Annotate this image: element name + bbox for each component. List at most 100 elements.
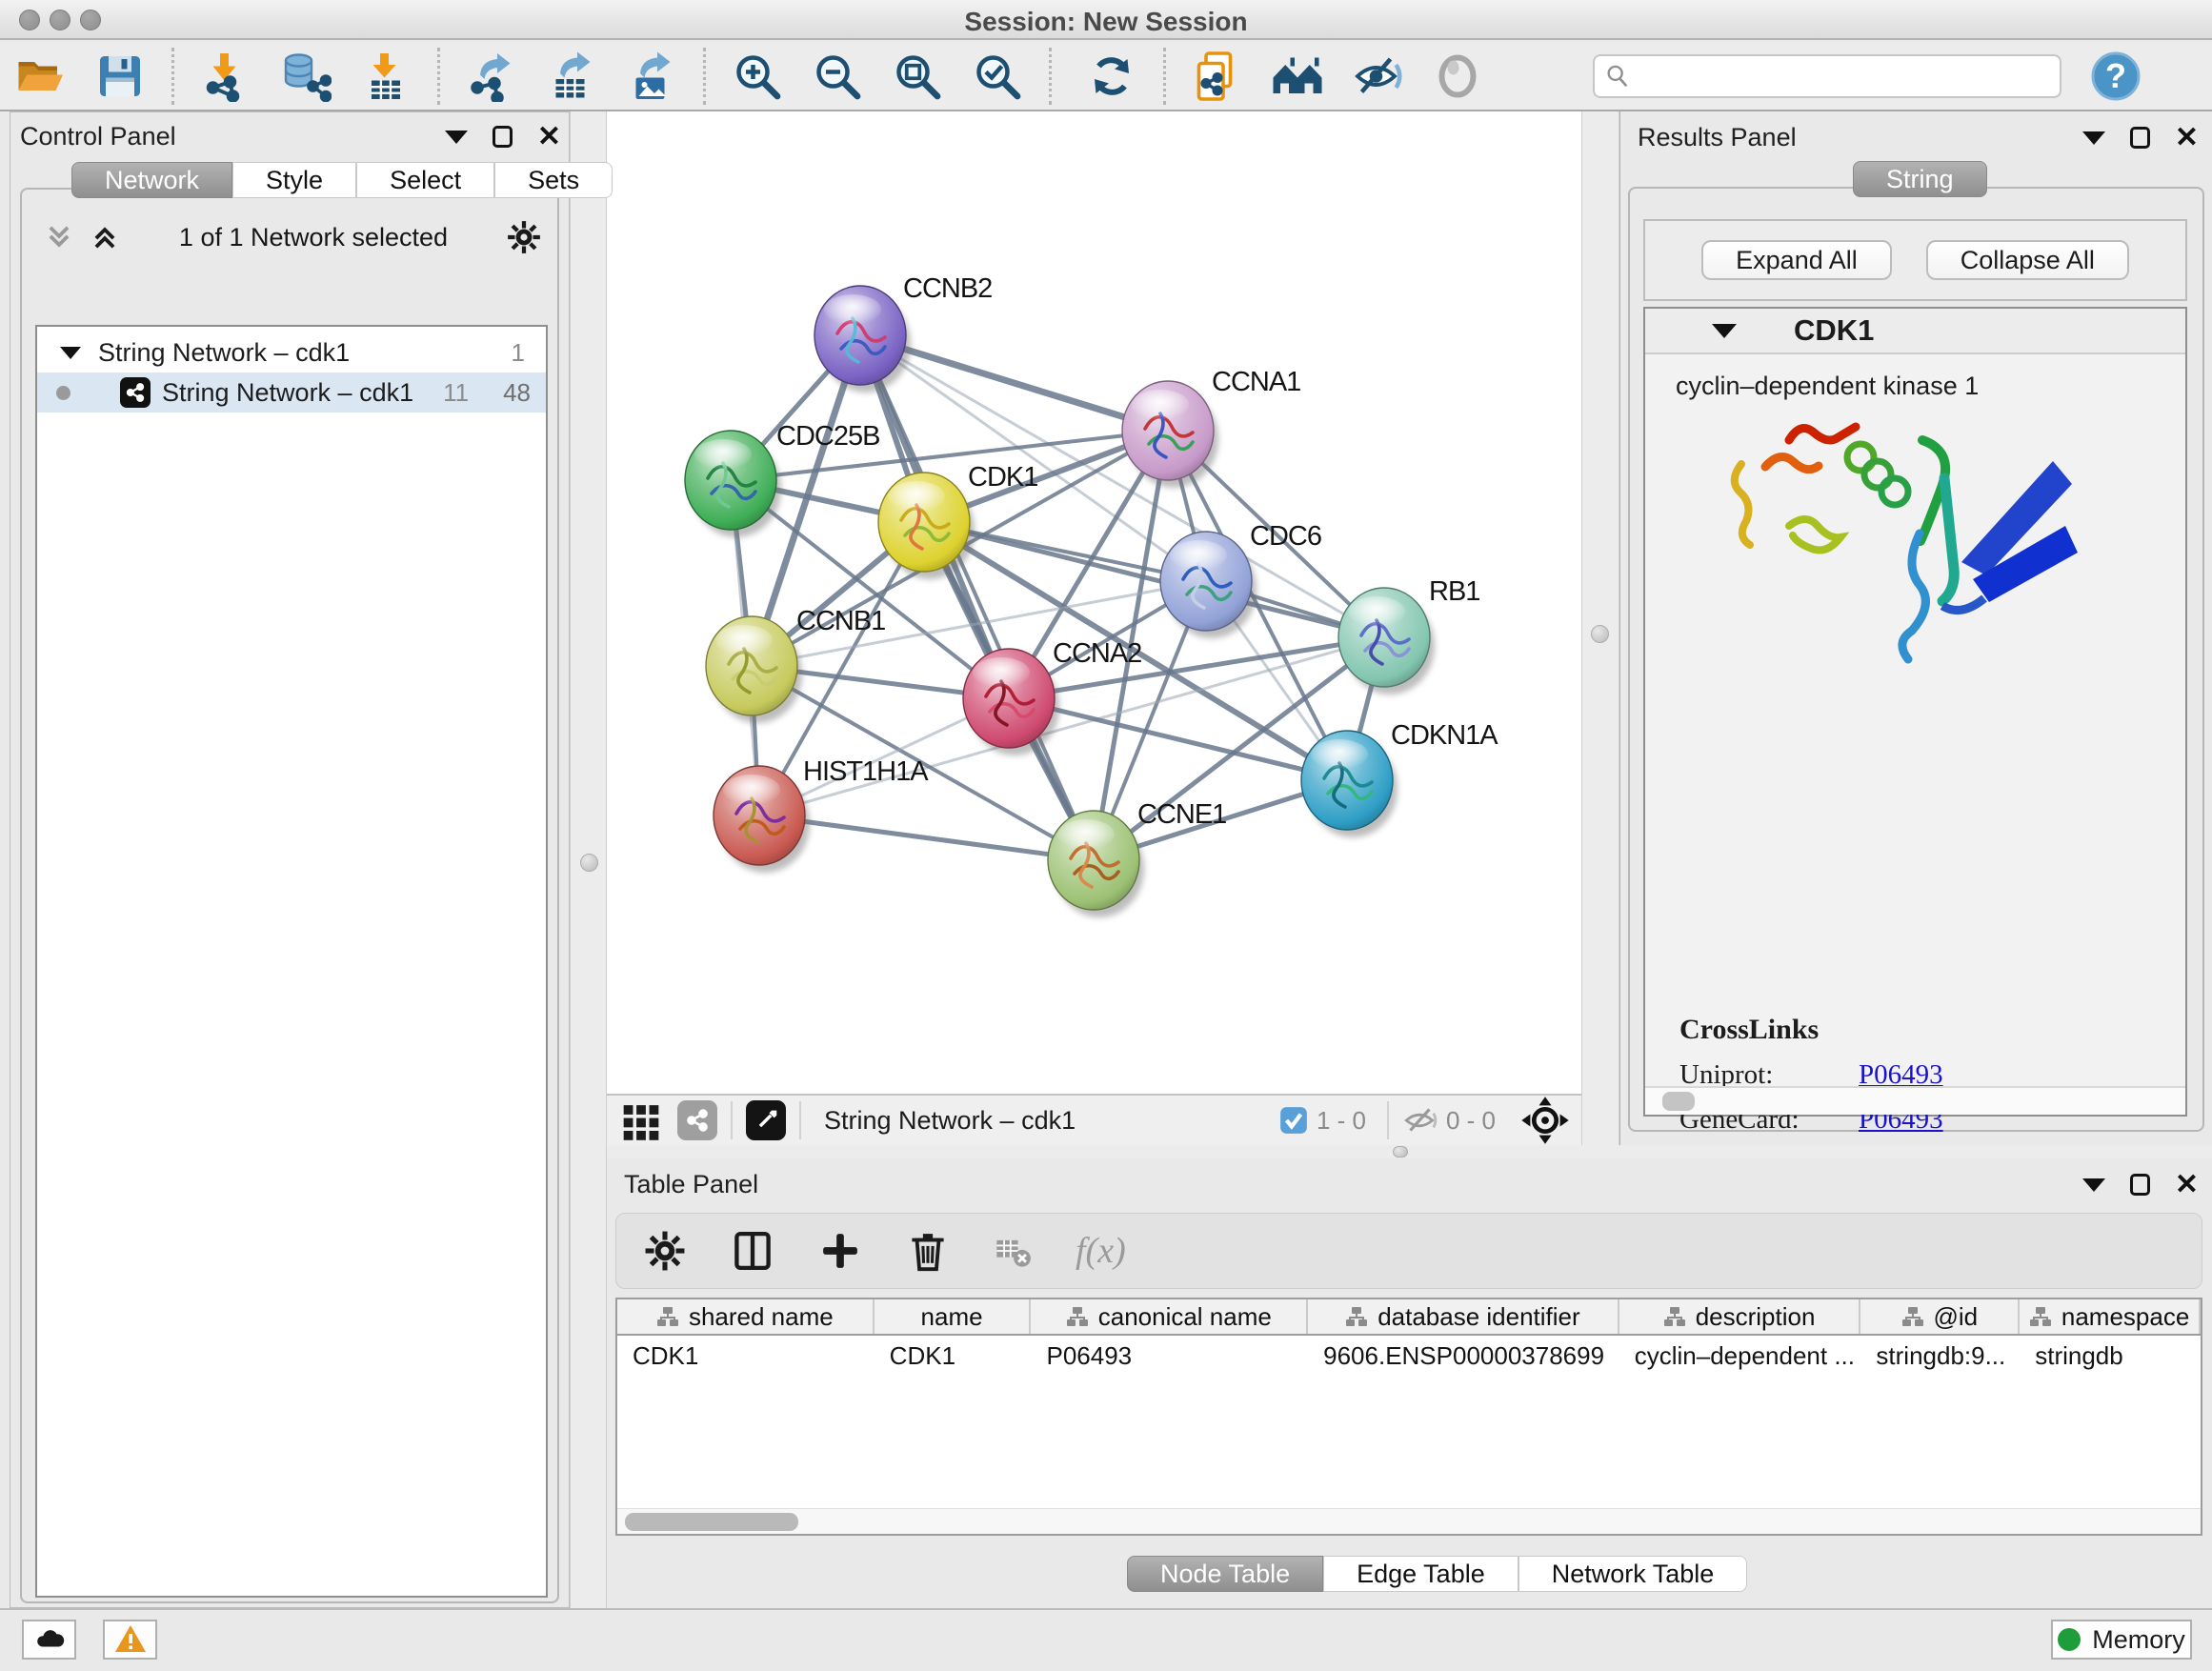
column-header-namespace[interactable]: namespace: [2020, 1299, 2201, 1334]
cell-canonical-name[interactable]: P06493: [1031, 1341, 1308, 1371]
section-expand-icon[interactable]: [1712, 324, 1737, 338]
expand-all-button[interactable]: Expand All: [1701, 240, 1892, 280]
network-node-RB1[interactable]: RB1: [1338, 576, 1479, 695]
tab-select[interactable]: Select: [356, 162, 494, 198]
cell-database-identifier[interactable]: 9606.ENSP00000378699: [1308, 1341, 1619, 1371]
network-canvas[interactable]: CCNB2CCNA1CDC25BCDK1CDC6RB1CCNB1CCNA2CDK…: [607, 111, 1581, 1094]
cell-namespace[interactable]: stringdb: [2020, 1341, 2201, 1371]
cell-@id[interactable]: stringdb:9...: [1860, 1341, 2020, 1371]
gear-icon[interactable]: [506, 219, 542, 255]
export-table-icon: [546, 50, 597, 102]
zoom-fit-button[interactable]: [890, 49, 945, 104]
network-node-CDC6[interactable]: CDC6: [1160, 521, 1321, 638]
import-network-button[interactable]: [198, 49, 253, 104]
network-row-selected[interactable]: String Network – cdk1 11 48: [37, 372, 546, 413]
gene-section-header[interactable]: CDK1: [1645, 309, 2185, 354]
warnings-button[interactable]: [103, 1620, 157, 1660]
export-image-button[interactable]: [624, 49, 679, 104]
memory-button[interactable]: Memory: [2051, 1620, 2192, 1660]
panel-close-icon[interactable]: ✕: [2175, 1174, 2199, 1196]
refresh-button[interactable]: [1084, 49, 1139, 104]
network-share-icon[interactable]: [677, 1100, 717, 1140]
expand-all-icon[interactable]: [89, 221, 121, 253]
show-columns-icon[interactable]: [731, 1229, 774, 1273]
column-header-canonical-name[interactable]: canonical name: [1031, 1299, 1308, 1334]
column-header-name[interactable]: name: [875, 1299, 1032, 1334]
collection-expand-icon[interactable]: [60, 347, 81, 359]
network-node-CDK1[interactable]: CDK1: [878, 462, 1037, 579]
clone-network-button[interactable]: [1190, 49, 1245, 104]
add-column-icon[interactable]: [818, 1229, 862, 1273]
cell-shared-name[interactable]: CDK1: [617, 1341, 875, 1371]
tab-string[interactable]: String: [1853, 161, 1987, 197]
import-table-button[interactable]: [358, 49, 413, 104]
results-horizontal-scrollbar[interactable]: [1645, 1086, 2185, 1115]
network-collection-row[interactable]: String Network – cdk1 1: [37, 332, 546, 372]
network-node-CCNB2[interactable]: CCNB2: [814, 273, 992, 393]
panel-menu-icon[interactable]: [2082, 1178, 2105, 1192]
function-builder-icon[interactable]: f(x): [1076, 1230, 1126, 1272]
tab-node-table[interactable]: Node Table: [1127, 1556, 1323, 1592]
column-header-@id[interactable]: @id: [1860, 1299, 2020, 1334]
tab-network-table[interactable]: Network Table: [1518, 1556, 1748, 1592]
column-header-database-identifier[interactable]: database identifier: [1308, 1299, 1619, 1334]
network-node-HIST1H1A[interactable]: HIST1H1A: [714, 756, 929, 873]
birds-eye-view-icon[interactable]: [746, 1100, 786, 1140]
panel-float-icon[interactable]: [2130, 1174, 2150, 1196]
help-icon: ?: [2090, 50, 2142, 102]
import-network-icon: [200, 50, 251, 102]
horizontal-splitter[interactable]: [607, 1145, 2212, 1158]
show-all-networks-button[interactable]: [1270, 49, 1325, 104]
horizontal-splitter-handle[interactable]: [1393, 1146, 1408, 1158]
cell-description[interactable]: cyclin–dependent ...: [1619, 1341, 1861, 1371]
import-network-from-database-button[interactable]: [278, 49, 333, 104]
tab-style[interactable]: Style: [232, 162, 356, 198]
global-search-field[interactable]: [1593, 54, 2061, 98]
zoom-out-button[interactable]: [810, 49, 865, 104]
network-node-CCNB1[interactable]: CCNB1: [706, 606, 885, 723]
collapse-all-button[interactable]: Collapse All: [1926, 240, 2129, 280]
panel-float-icon[interactable]: [2130, 127, 2150, 149]
string-network-graph[interactable]: CCNB2CCNA1CDC25BCDK1CDC6RB1CCNB1CCNA2CDK…: [607, 111, 1581, 1094]
zoom-in-button[interactable]: [730, 49, 785, 104]
scrollbar-thumb[interactable]: [625, 1513, 798, 1531]
tab-network[interactable]: Network: [71, 162, 232, 198]
cloud-button[interactable]: [22, 1620, 76, 1660]
edge-count: 48: [503, 378, 531, 408]
scrollbar-thumb[interactable]: [1662, 1092, 1695, 1111]
save-session-button[interactable]: [92, 49, 148, 104]
table-row[interactable]: CDK1CDK1P064939606.ENSP00000378699cyclin…: [617, 1336, 2201, 1376]
panel-menu-icon[interactable]: [2082, 131, 2105, 145]
table-gear-icon[interactable]: [643, 1229, 687, 1273]
open-session-button[interactable]: [12, 49, 68, 104]
hide-panel-button[interactable]: [1350, 49, 1405, 104]
panel-close-icon[interactable]: ✕: [537, 126, 561, 148]
panel-close-icon[interactable]: ✕: [2175, 127, 2199, 149]
fit-content-crosshair-icon[interactable]: [1520, 1096, 1570, 1145]
panel-float-icon[interactable]: [493, 126, 513, 148]
column-header-shared-name[interactable]: shared name: [617, 1299, 875, 1334]
delete-table-icon[interactable]: [994, 1232, 1032, 1270]
network-node-CCNE1[interactable]: CCNE1: [1048, 799, 1226, 917]
left-splitter-handle[interactable]: [580, 854, 598, 872]
help-button[interactable]: ?: [2088, 49, 2143, 104]
tab-edge-table[interactable]: Edge Table: [1323, 1556, 1518, 1592]
network-node-CDKN1A[interactable]: CDKN1A: [1301, 720, 1498, 837]
delete-column-icon[interactable]: [906, 1229, 950, 1273]
export-table-button[interactable]: [544, 49, 599, 104]
table-horizontal-scrollbar[interactable]: [617, 1508, 2201, 1534]
search-input[interactable]: [1631, 57, 2050, 95]
tab-sets[interactable]: Sets: [494, 162, 613, 198]
column-header-description[interactable]: description: [1619, 1299, 1861, 1334]
export-network-button[interactable]: [464, 49, 519, 104]
grid-view-icon[interactable]: [620, 1099, 662, 1141]
selected-checkbox-icon[interactable]: [1278, 1105, 1309, 1136]
string-results-container: Expand All Collapse All CDK1 cyclin–depe…: [1628, 187, 2204, 1132]
inactive-eye-button[interactable]: [1430, 49, 1485, 104]
table-toolbar: f(x): [615, 1213, 2202, 1289]
collapse-all-icon[interactable]: [43, 221, 75, 253]
cell-name[interactable]: CDK1: [875, 1341, 1032, 1371]
zoom-selected-button[interactable]: [970, 49, 1025, 104]
panel-menu-icon[interactable]: [445, 131, 468, 144]
right-splitter-handle[interactable]: [1591, 625, 1609, 643]
